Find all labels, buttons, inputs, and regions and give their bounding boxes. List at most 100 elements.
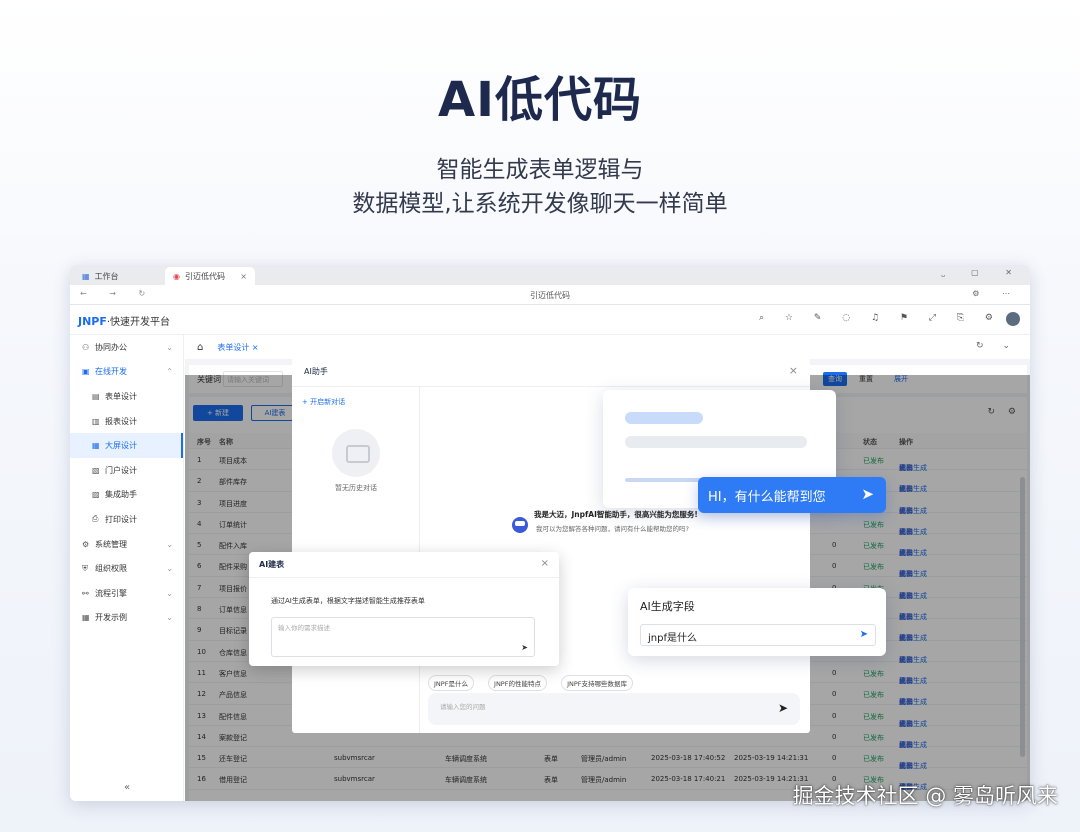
tab-label: 引迈低代码: [184, 271, 225, 281]
dialog-title: AI建表: [249, 552, 559, 578]
sidebar-item-form-design[interactable]: ▤ 表单设计: [70, 384, 183, 409]
refresh-icon[interactable]: ↻ ⌄: [976, 341, 1018, 351]
browser-tab-workbench[interactable]: ▦ 工作台: [74, 267, 164, 285]
suggestion-chip[interactable]: JNPF是什么: [428, 675, 474, 691]
ai-field-title: AI生成字段: [640, 600, 695, 613]
skeleton-line: [625, 412, 703, 424]
sidebar-item-portal-design[interactable]: ▧ 门户设计: [70, 458, 183, 483]
browser-tab-lowcode[interactable]: ◉ 引迈低代码 ×: [165, 267, 255, 285]
window-controls[interactable]: ⎵ ▢ ✕: [941, 268, 1024, 278]
sidebar-item-label: 报表设计: [105, 416, 137, 426]
ai-form-description: 通过AI生成表单，根据文字描述智能生成推荐表单: [271, 597, 425, 605]
chat-input-placeholder: 请输入您的问题: [440, 703, 486, 711]
chevron-down-icon: ⌄: [166, 564, 173, 574]
ai-field-input[interactable]: jnpf是什么 ➤: [640, 624, 876, 646]
close-icon[interactable]: ×: [240, 272, 247, 281]
chevron-up-icon: ⌃: [166, 367, 173, 377]
sidebar-item-label: 组织权限: [95, 564, 127, 574]
close-icon[interactable]: ×: [789, 364, 798, 377]
sidebar-item-label: 开发示例: [95, 613, 127, 623]
breadcrumb: ⌂ 表单设计 ×: [185, 335, 1030, 359]
sidebar-item-label: 集成助手: [105, 490, 137, 500]
sidebar-item-examples[interactable]: ▦ 开发示例 ⌄: [70, 606, 183, 631]
no-history-text: 暂无历史对话: [335, 484, 377, 492]
send-icon[interactable]: ➤: [860, 629, 868, 640]
gear-icon: ⚙: [82, 539, 90, 549]
collapse-sidebar-button[interactable]: «: [70, 782, 184, 793]
dialog-title: AI助手: [292, 357, 810, 387]
site-logo-icon: ◉: [173, 271, 180, 281]
sidebar-item-integration[interactable]: ▨ 集成助手: [70, 483, 183, 508]
logo-text: ·快速开发平台: [106, 317, 171, 328]
report-icon: ▥: [92, 416, 100, 426]
suggestion-chips: JNPF是什么 JNPF的性能特点 JNPF支持哪些数据库: [428, 675, 645, 691]
suggestion-chip[interactable]: JNPF的性能特点: [488, 675, 547, 691]
browser-tab-bar: ▦ 工作台 ◉ 引迈低代码 × ⎵ ▢ ✕: [70, 265, 1030, 285]
hi-bubble-text: HI，有什么能帮到您: [708, 489, 826, 505]
settings-icon[interactable]: ⚙ ⋯: [972, 289, 1020, 298]
sidebar-item-screen-design[interactable]: ▦ 大屏设计: [70, 433, 183, 458]
send-icon[interactable]: ➤: [521, 643, 528, 652]
sidebar-item-label: 系统管理: [95, 539, 127, 549]
chat-input[interactable]: 请输入您的问题 ➤: [428, 693, 800, 725]
sidebar-item-system[interactable]: ⚙ 系统管理 ⌄: [70, 532, 183, 557]
sidebar-item-report-design[interactable]: ▥ 报表设计: [70, 409, 183, 434]
sidebar: ⚇ 协同办公 ⌄ ▣ 在线开发 ⌃ ▤ 表单设计 ▥ 报表设计 ▦ 大屏设计 ▧ 门户设计 ▨ 集…: [70, 335, 184, 801]
sidebar-item-label: 协同办公: [95, 342, 127, 352]
sidebar-item-office[interactable]: ⚇ 协同办公 ⌄: [70, 335, 183, 360]
robot-avatar-icon: [512, 517, 528, 533]
tab-form-design[interactable]: 表单设计 ×: [217, 342, 258, 353]
sidebar-item-label: 表单设计: [105, 391, 137, 401]
sidebar-item-label: 门户设计: [105, 465, 137, 475]
chevron-down-icon: ⌄: [166, 588, 173, 598]
portal-icon: ▧: [92, 465, 100, 475]
chevron-down-icon: ⌄: [166, 342, 173, 352]
shield-icon: ⛨: [82, 563, 88, 573]
close-icon[interactable]: ×: [541, 558, 549, 569]
app-logo: JNPF·快速开发平台: [78, 313, 170, 328]
empty-history-icon: [332, 429, 380, 477]
header-icons[interactable]: ⌕ ☆ ✎ ◌ ♫ ⚑ ⤢ ⎘ ⚙: [759, 313, 1002, 323]
ai-field-input-value: jnpf是什么: [648, 633, 697, 644]
sidebar-item-workflow[interactable]: ⚯ 流程引擎 ⌄: [70, 581, 183, 606]
address-bar: ← → ↻ 引迈低代码 ⚙ ⋯: [70, 285, 1030, 305]
screen-icon: ▦: [92, 441, 100, 451]
suggestion-chip[interactable]: JNPF支持哪些数据库: [561, 675, 634, 691]
code-icon: ▣: [82, 367, 90, 377]
sidebar-item-label: 打印设计: [105, 514, 137, 524]
sidebar-item-label: 在线开发: [95, 367, 127, 377]
skeleton-line: [625, 436, 807, 448]
new-chat-button[interactable]: + 开启新对话: [302, 397, 345, 407]
browser-window: ▦ 工作台 ◉ 引迈低代码 × ⎵ ▢ ✕ ← → ↻ 引迈低代码 ⚙ ⋯ JN…: [70, 265, 1030, 801]
integration-icon: ▨: [92, 490, 100, 500]
sidebar-item-label: 大屏设计: [105, 441, 137, 451]
requirement-placeholder: 输入你的需求描述: [278, 624, 330, 632]
chevron-down-icon: ⌄: [166, 539, 173, 549]
people-icon: ⚇: [82, 342, 90, 352]
welcome-submessage: 我可以为您解答各种问题，请问有什么能帮助您的吗?: [536, 525, 689, 533]
requirement-input[interactable]: 输入你的需求描述 ➤: [271, 617, 535, 657]
ai-form-dialog: AI建表 × 通过AI生成表单，根据文字描述智能生成推荐表单 输入你的需求描述 …: [249, 552, 559, 666]
sidebar-item-print-design[interactable]: ⎙ 打印设计: [70, 507, 183, 532]
sidebar-item-label: 流程引擎: [95, 588, 127, 598]
chevron-down-icon: ⌄: [166, 613, 173, 623]
url-text[interactable]: 引迈低代码: [70, 290, 1030, 301]
hero-title: AI低代码: [437, 72, 642, 128]
welcome-message: 我是大迈，JnpfAI智能助手，很高兴能为您服务!: [534, 510, 698, 519]
send-icon: ➤: [861, 485, 874, 503]
ai-field-card: AI生成字段 jnpf是什么 ➤: [628, 588, 886, 656]
sidebar-item-online-dev[interactable]: ▣ 在线开发 ⌃: [70, 360, 183, 385]
hi-bubble: HI，有什么能帮到您 ➤: [698, 477, 886, 513]
home-icon[interactable]: ⌂: [197, 342, 203, 353]
grid-icon: ▦: [82, 271, 90, 281]
sidebar-item-org[interactable]: ⛨ 组织权限 ⌄: [70, 556, 183, 581]
hero-subtitle-line1: 智能生成表单逻辑与: [436, 157, 644, 183]
printer-icon: ⎙: [92, 514, 99, 524]
tab-label: 工作台: [94, 271, 119, 281]
grid-icon: ▦: [82, 613, 90, 623]
avatar[interactable]: [1006, 312, 1020, 326]
form-icon: ▤: [92, 391, 100, 401]
send-icon[interactable]: ➤: [778, 701, 788, 715]
hero-subtitle-line2: 数据模型,让系统开发像聊天一样简单: [352, 191, 728, 217]
flow-icon: ⚯: [82, 588, 89, 598]
